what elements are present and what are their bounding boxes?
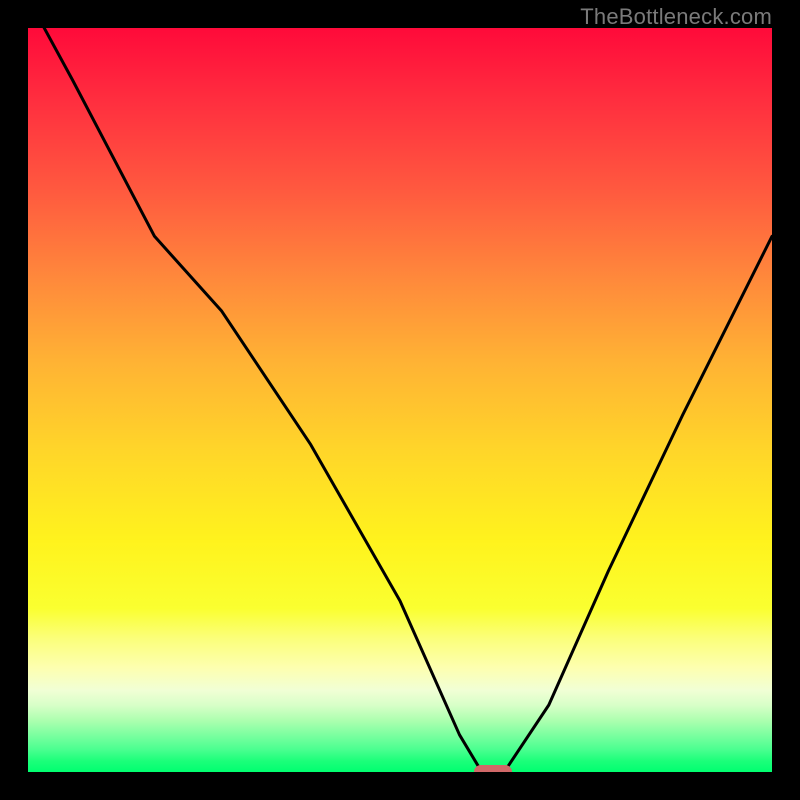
bottleneck-curve [28,28,772,772]
watermark-text: TheBottleneck.com [580,4,772,30]
optimal-point-marker [474,765,513,772]
plot-area [28,28,772,772]
chart-frame: TheBottleneck.com [0,0,800,800]
